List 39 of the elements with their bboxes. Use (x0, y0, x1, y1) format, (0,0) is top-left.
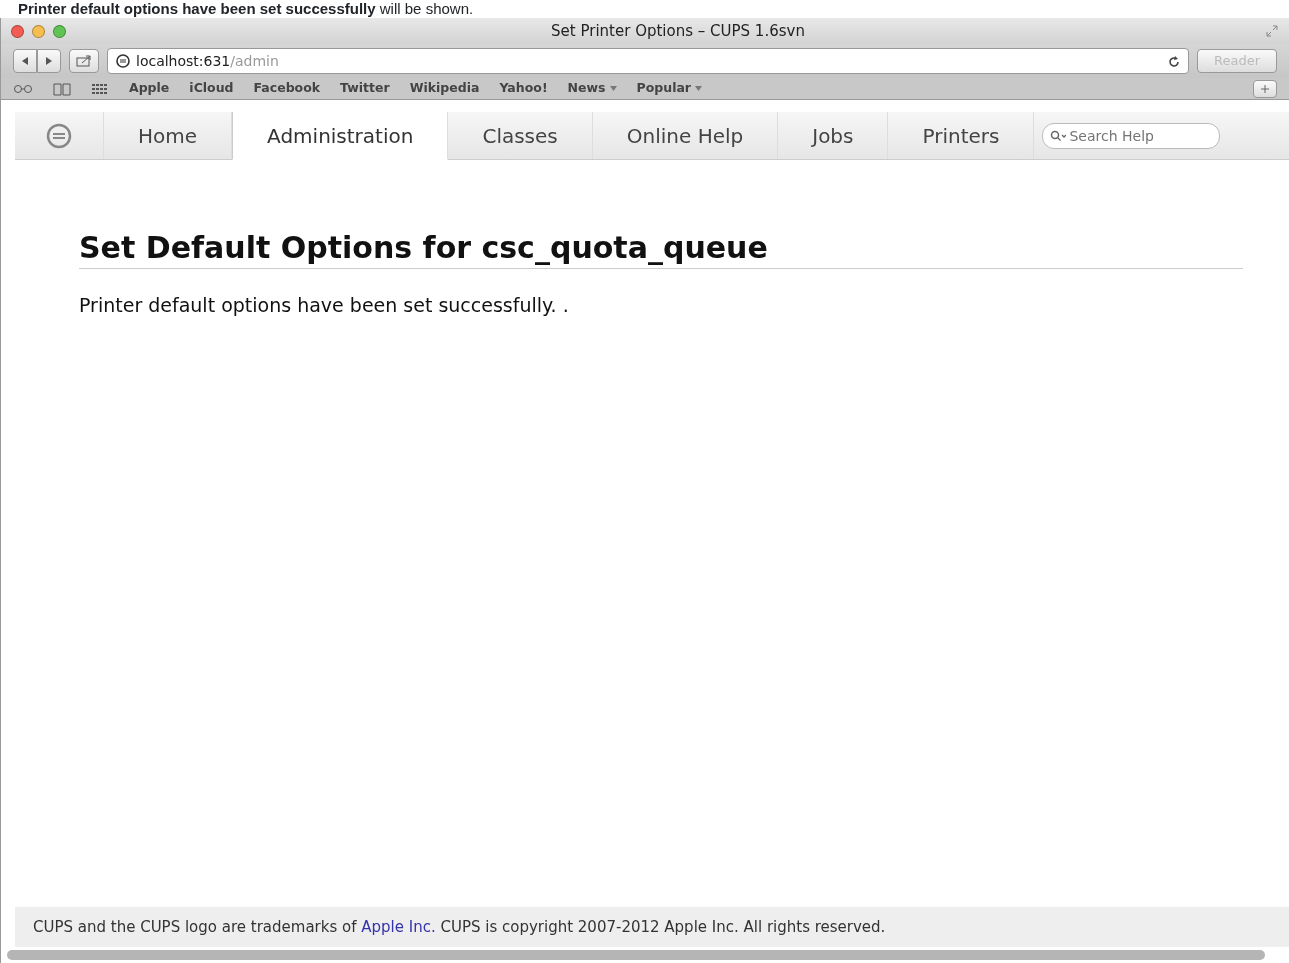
nav-tab[interactable]: Classes (448, 112, 593, 159)
bookmark-menu[interactable]: News (567, 79, 617, 98)
reading-list-icon[interactable] (13, 82, 33, 95)
footer-text: CUPS and the CUPS logo are trademarks of Apple Inc. CUPS is copyright 2007-2012 Apple Inc. All rights reserved. (33, 916, 886, 938)
reload-icon[interactable] (1168, 55, 1180, 68)
add-bookmark-button[interactable] (1253, 79, 1277, 98)
status-message: Printer default options have been set successfully. . (79, 293, 570, 318)
nav-tab[interactable]: Jobs (778, 112, 889, 159)
bookmark-link[interactable]: Twitter (340, 79, 390, 98)
forward-button[interactable] (37, 49, 61, 73)
caption-text: Printer default options have been set successfully will be shown. (17, 0, 475, 18)
bookmark-link[interactable]: iCloud (189, 79, 234, 98)
page-heading: Set Default Options for csc_quota_queue (79, 230, 1243, 269)
minimize-icon[interactable] (32, 24, 45, 38)
nav-tab[interactable]: Printers (888, 112, 1035, 159)
fullscreen-icon[interactable] (1265, 24, 1279, 38)
nav-tab[interactable]: Administration (232, 112, 449, 160)
bookmark-link[interactable]: Yahoo! (499, 79, 548, 98)
bookmark-link[interactable]: Wikipedia (409, 79, 480, 98)
bookmark-menu[interactable]: Popular (636, 79, 702, 98)
left-triangle-icon (20, 56, 30, 66)
search-field[interactable]: Search Help (1042, 122, 1221, 149)
share-icon (76, 55, 92, 67)
site-icon (116, 54, 130, 68)
zoom-icon[interactable] (53, 24, 66, 38)
bookmark-link[interactable]: Apple (129, 79, 170, 98)
plus-icon (1260, 83, 1270, 94)
nav-tab[interactable]: Online Help (592, 112, 779, 159)
back-button[interactable] (13, 49, 37, 73)
right-triangle-icon (44, 56, 54, 66)
close-icon[interactable] (11, 24, 24, 38)
bookmark-link[interactable]: Facebook (253, 79, 321, 98)
address-field[interactable]: localhost:631/admin (107, 48, 1189, 74)
apple-link[interactable]: Apple Inc. (361, 917, 436, 936)
book-icon[interactable] (53, 81, 71, 96)
window-title: Set Printer Options – CUPS 1.6svn (551, 21, 805, 40)
scrollbar-thumb[interactable] (7, 950, 1265, 960)
share-button[interactable] (69, 49, 99, 73)
grid-icon[interactable] (91, 82, 109, 95)
